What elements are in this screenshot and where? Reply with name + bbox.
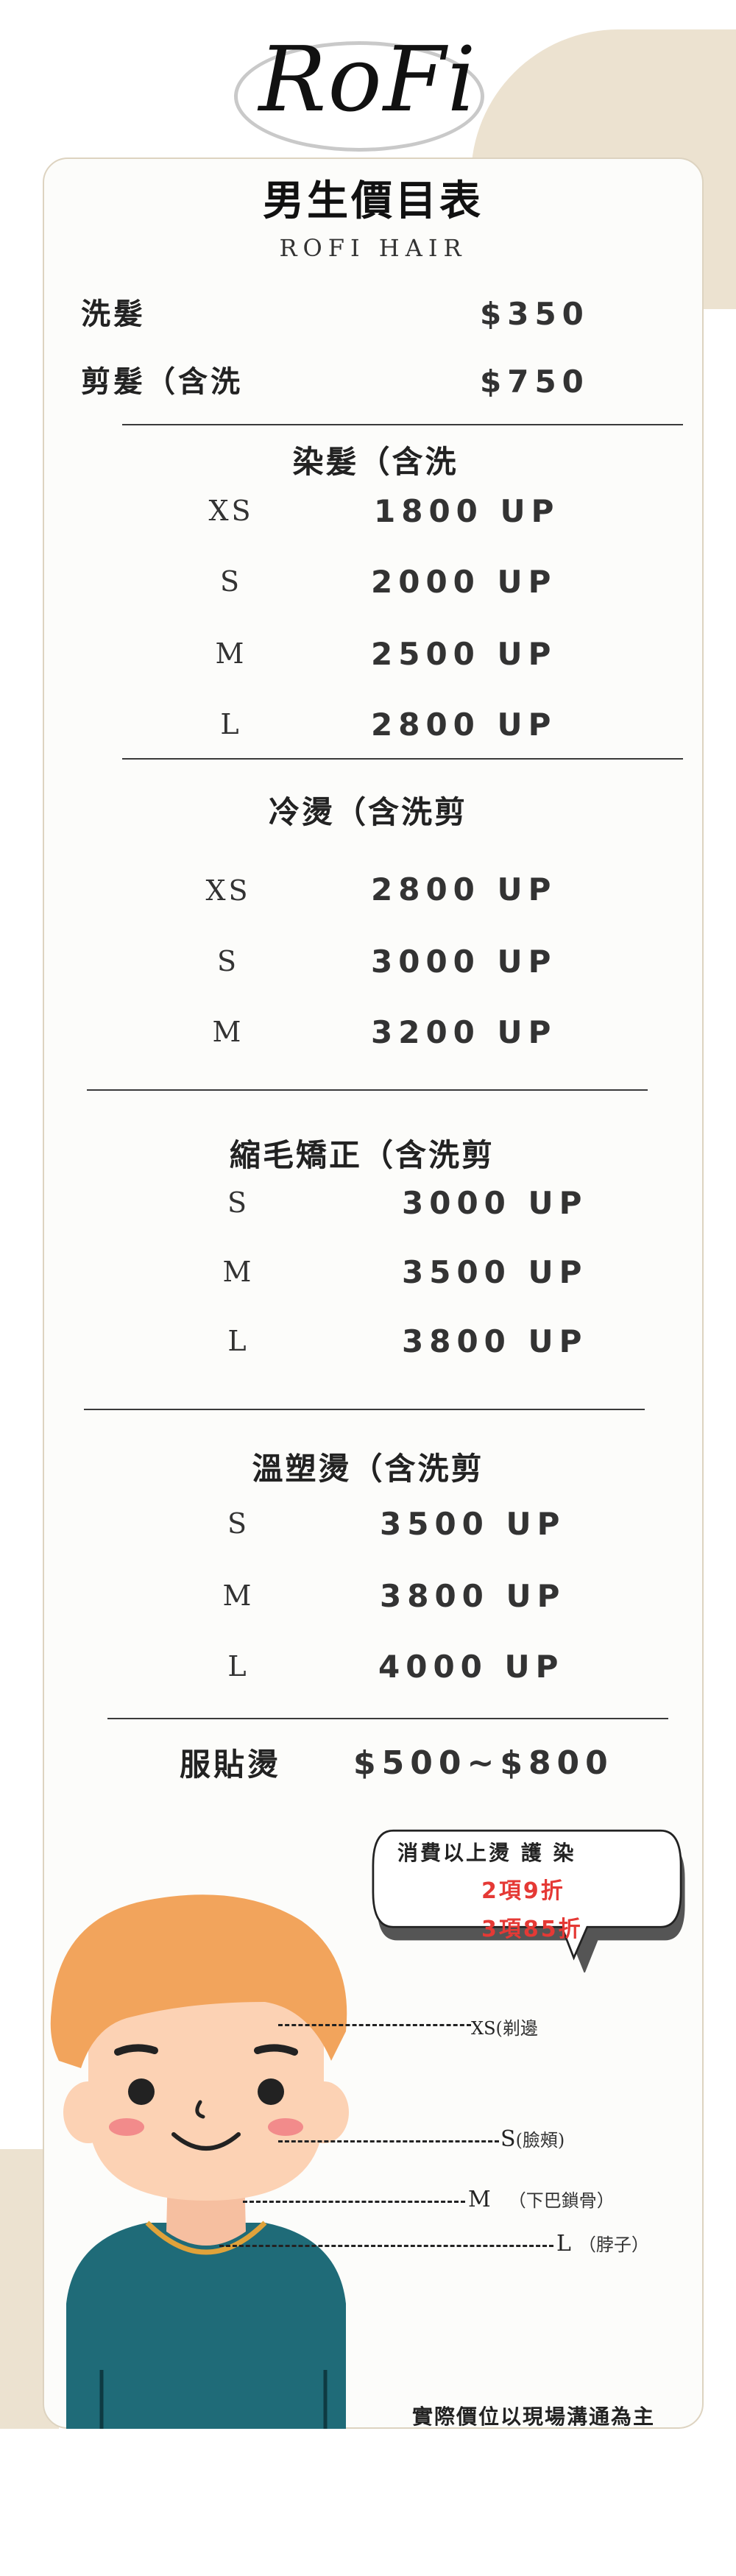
size-price: 3000 UP: [402, 1185, 588, 1221]
measure-label-l: L （脖子）: [556, 2231, 649, 2257]
divider: [107, 1718, 668, 1719]
size-label: S: [219, 565, 243, 598]
size-price: 4000 UP: [378, 1649, 565, 1685]
section-title-straightening: 縮毛矯正（含洗剪: [229, 1137, 495, 1173]
promo-line-1: 消費以上燙 護 染: [397, 1841, 576, 1865]
size-label: XS: [208, 495, 254, 527]
size-price: 2000 UP: [371, 564, 557, 600]
size-price: 2800 UP: [371, 707, 557, 743]
divider: [122, 424, 683, 425]
measure-line-xs: [278, 2024, 471, 2026]
extra-service-label: 服貼燙: [180, 1747, 282, 1783]
divider: [122, 758, 683, 760]
measure-label-xs: XS(剃邊: [471, 2018, 538, 2039]
size-price: 3500 UP: [380, 1506, 566, 1542]
measure-line-l: [219, 2245, 553, 2247]
service-label-wash: 洗髮: [81, 297, 146, 331]
section-title-cold-perm: 冷燙（含洗剪: [268, 794, 467, 830]
size-label: M: [215, 637, 247, 670]
size-price: 1800 UP: [374, 493, 560, 529]
section-title-digital-perm: 溫塑燙（含洗剪: [252, 1451, 484, 1487]
service-label-cut: 剪髮（含洗: [81, 365, 243, 399]
size-label: M: [212, 1016, 244, 1048]
promo-line-3: 3項85折: [481, 1917, 583, 1942]
size-label: M: [222, 1579, 255, 1612]
size-price: 2500 UP: [371, 636, 557, 672]
size-price: 3500 UP: [402, 1254, 588, 1290]
section-title-dye: 染髮（含洗: [292, 444, 459, 480]
size-price: 3000 UP: [371, 944, 557, 980]
size-label: S: [227, 1507, 250, 1540]
service-price-cut: $750: [480, 364, 590, 400]
measure-label-m: M （下巴鎖骨）: [468, 2187, 615, 2212]
size-label: XS: [205, 874, 251, 907]
measure-label-s: S(臉頰): [500, 2126, 565, 2152]
size-price: 3800 UP: [380, 1578, 566, 1614]
page-title: 男生價目表: [263, 177, 484, 225]
service-price-wash: $350: [480, 296, 590, 332]
size-label: L: [227, 1650, 250, 1682]
size-price: 3200 UP: [371, 1014, 557, 1050]
disclaimer-text: 實際價位以現場溝通為主: [412, 2405, 656, 2429]
brand-subtitle: ROFI HAIR: [279, 234, 467, 262]
size-label: L: [227, 1325, 250, 1357]
divider: [84, 1409, 645, 1410]
size-label: S: [227, 1186, 250, 1219]
measure-line-s: [278, 2140, 499, 2142]
divider: [87, 1089, 648, 1091]
measure-line-m: [243, 2201, 465, 2203]
boy-illustration: [50, 1894, 349, 2429]
brand-logo: RoFi: [258, 27, 478, 132]
size-price: 3800 UP: [402, 1323, 588, 1359]
promo-line-2: 2項9折: [481, 1878, 565, 1904]
size-label: M: [222, 1256, 255, 1288]
extra-service-price: $500~$800: [353, 1744, 614, 1782]
size-label: S: [216, 945, 240, 977]
size-label: L: [220, 708, 242, 740]
size-price: 2800 UP: [371, 871, 557, 907]
